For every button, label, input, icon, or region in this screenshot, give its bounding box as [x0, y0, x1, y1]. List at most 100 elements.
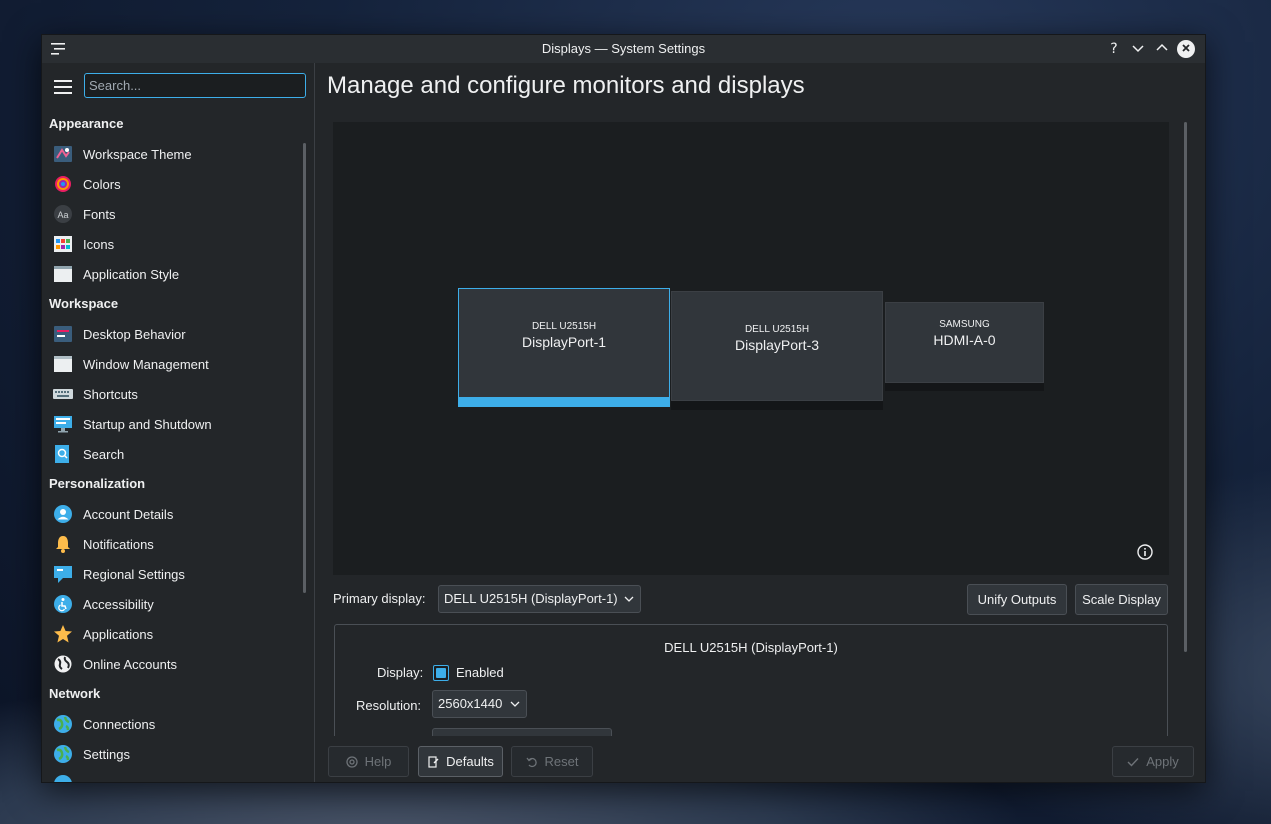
monitor-hdmi-a-0[interactable]: SAMSUNG HDMI-A-0 — [885, 302, 1044, 391]
sidebar-item-label: Colors — [83, 176, 121, 192]
sidebar-item-label: Application Style — [83, 266, 180, 282]
main-scrollbar[interactable] — [1184, 122, 1187, 652]
keyboard-icon — [53, 389, 73, 399]
enabled-label: Enabled — [456, 665, 504, 680]
resolution-value: 2560x1440 — [438, 696, 503, 711]
monitor-face: DELL U2515H DisplayPort-1 — [458, 288, 670, 398]
monitor-selected-bar — [458, 398, 670, 407]
sidebar: Appearance Workspace Theme Colors Aa Fon… — [42, 63, 315, 782]
monitor-face: DELL U2515H DisplayPort-3 — [671, 291, 883, 401]
sidebar-item-startup-shutdown[interactable]: Startup and Shutdown — [42, 409, 304, 439]
monitor-port: DisplayPort-3 — [734, 337, 820, 353]
monitor-displayport-1[interactable]: DELL U2515H DisplayPort-1 — [458, 288, 670, 407]
user-icon — [54, 505, 72, 523]
resolution-select[interactable]: 2560x1440 — [432, 690, 527, 718]
sidebar-item-desktop-behavior[interactable]: Desktop Behavior — [42, 319, 304, 349]
sidebar-item-label: Online Accounts — [83, 656, 177, 672]
sidebar-item-applications[interactable]: Applications — [42, 619, 304, 649]
reset-button[interactable]: Reset — [511, 746, 593, 777]
primary-display-row: Primary display: DELL U2515H (DisplayPor… — [333, 584, 1169, 615]
page-title: Manage and configure monitors and displa… — [327, 72, 805, 99]
monitor-port: HDMI-A-0 — [933, 332, 996, 348]
sidebar-item-label: Icons — [83, 236, 115, 252]
help-icon[interactable]: ? — [1105, 40, 1123, 58]
undo-icon — [526, 757, 537, 767]
apply-label: Apply — [1146, 754, 1179, 769]
sidebar-item-label: Startup and Shutdown — [83, 416, 212, 432]
sidebar-item-label: Regional Settings — [83, 566, 185, 582]
checkmark-icon — [1127, 757, 1139, 767]
desktop-behavior-icon — [54, 326, 72, 342]
defaults-button[interactable]: Defaults — [418, 746, 503, 777]
scale-display-button[interactable]: Scale Display — [1075, 584, 1168, 615]
help-button[interactable]: Help — [328, 746, 409, 777]
defaults-document-icon — [428, 755, 439, 768]
help-lifebuoy-icon — [345, 755, 358, 768]
apply-button[interactable]: Apply — [1112, 746, 1194, 777]
primary-display-value: DELL U2515H (DisplayPort-1) — [444, 591, 618, 606]
sidebar-item-application-style[interactable]: Application Style — [42, 259, 304, 289]
accessibility-icon — [54, 595, 72, 613]
sidebar-item-online-accounts[interactable]: Online Accounts — [42, 649, 304, 679]
main-content: Manage and configure monitors and displa… — [315, 63, 1205, 782]
sidebar-item-network-settings[interactable]: Settings — [42, 739, 304, 769]
monitor-port: DisplayPort-1 — [521, 334, 607, 350]
network-globe-icon — [54, 715, 72, 733]
sidebar-item-label: Accessibility — [83, 596, 154, 612]
sidebar-item-accessibility[interactable]: Accessibility — [42, 589, 304, 619]
category-list: Appearance Workspace Theme Colors Aa Fon… — [42, 109, 304, 782]
chat-flag-icon — [54, 566, 72, 583]
resolution-label: Resolution: — [356, 698, 422, 713]
sidebar-item-workspace-theme[interactable]: Workspace Theme — [42, 139, 304, 169]
chevron-down-icon — [510, 701, 520, 707]
help-label: Help — [364, 754, 392, 769]
search-input[interactable] — [84, 73, 306, 98]
network-settings-icon — [54, 745, 72, 763]
sidebar-item-account-details[interactable]: Account Details — [42, 499, 304, 529]
sidebar-item-colors[interactable]: Colors — [42, 169, 304, 199]
sidebar-item-shortcuts[interactable]: Shortcuts — [42, 379, 304, 409]
enabled-checkbox[interactable] — [433, 665, 449, 681]
network-globe-icon — [54, 775, 72, 782]
maximize-icon[interactable] — [1153, 40, 1171, 58]
monitor-displayport-3[interactable]: DELL U2515H DisplayPort-3 — [671, 291, 883, 410]
sidebar-item-search[interactable]: Search — [42, 439, 304, 469]
hamburger-menu-icon[interactable] — [54, 80, 72, 94]
globe-icon — [54, 655, 72, 673]
chevron-down-icon — [624, 596, 634, 602]
bell-icon — [56, 536, 70, 553]
sidebar-item-regional-settings[interactable]: Regional Settings — [42, 559, 304, 589]
application-style-icon — [54, 266, 72, 282]
primary-display-select[interactable]: DELL U2515H (DisplayPort-1) — [438, 585, 641, 613]
sidebar-item-fonts[interactable]: Aa Fonts — [42, 199, 304, 229]
monitor-base — [671, 401, 883, 410]
sidebar-item-partial[interactable] — [42, 769, 304, 782]
sidebar-scrollbar[interactable] — [303, 143, 306, 593]
sidebar-item-notifications[interactable]: Notifications — [42, 529, 304, 559]
sidebar-item-window-management[interactable]: Window Management — [42, 349, 304, 379]
footer-bar: Help Defaults Reset Apply — [315, 736, 1205, 782]
svg-text:Aa: Aa — [57, 210, 68, 220]
sidebar-item-connections[interactable]: Connections — [42, 709, 304, 739]
section-heading-workspace: Workspace — [49, 296, 119, 311]
monitor-base — [885, 383, 1044, 391]
close-icon[interactable] — [1177, 40, 1195, 58]
minimize-icon[interactable] — [1129, 40, 1147, 58]
sidebar-item-icons[interactable]: Icons — [42, 229, 304, 259]
monitor-icon — [54, 416, 72, 433]
fonts-icon: Aa — [54, 205, 72, 223]
info-icon[interactable] — [1137, 544, 1153, 560]
colors-icon — [55, 176, 71, 192]
unify-outputs-button[interactable]: Unify Outputs — [967, 584, 1067, 615]
sidebar-item-label: Shortcuts — [83, 386, 138, 402]
primary-display-label: Primary display: — [333, 591, 426, 606]
system-settings-window: Displays — System Settings ? Appearance … — [41, 34, 1206, 783]
display-layout-area: DELL U2515H DisplayPort-1 DELL U2515H Di… — [333, 122, 1169, 575]
sidebar-item-label: Account Details — [83, 506, 174, 522]
sidebar-item-label: Search — [83, 446, 125, 462]
sidebar-item-label: Settings — [83, 746, 130, 762]
monitor-model: SAMSUNG — [939, 319, 990, 330]
sidebar-item-label: Notifications — [83, 536, 154, 552]
sidebar-item-label: Fonts — [83, 206, 116, 222]
reset-label: Reset — [544, 754, 579, 769]
